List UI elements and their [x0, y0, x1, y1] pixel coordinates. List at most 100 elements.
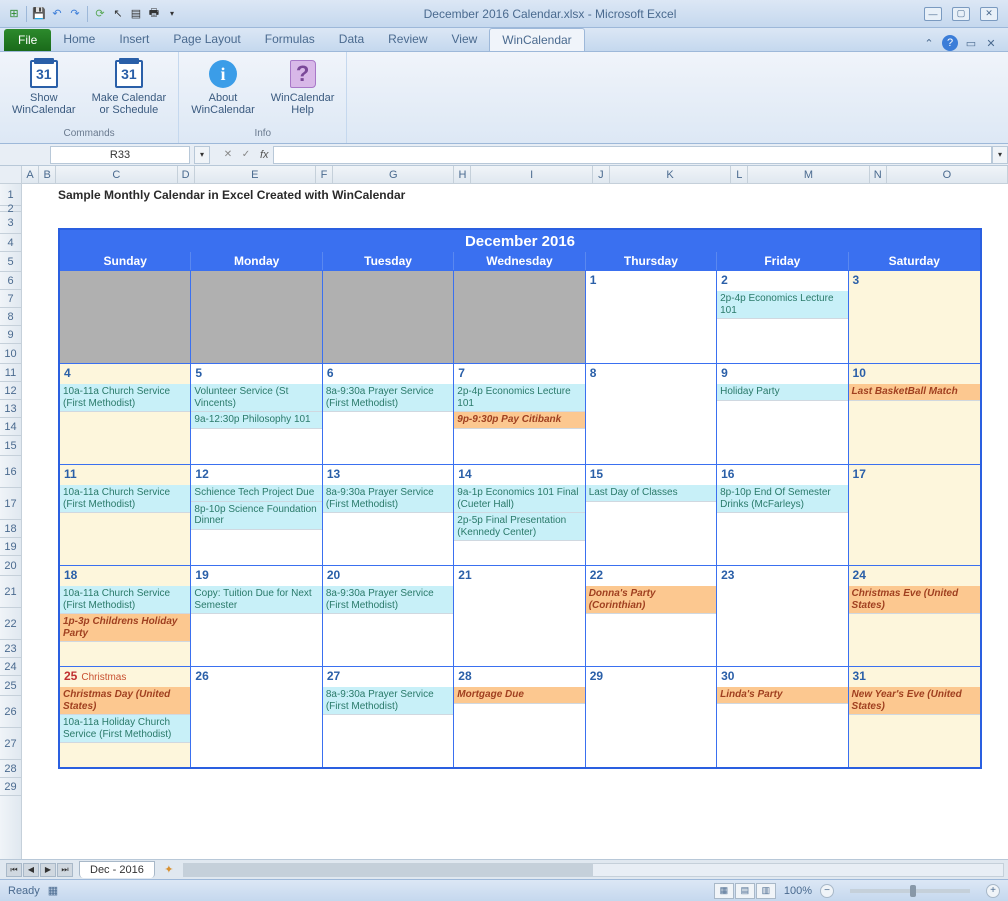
- ribbon-tab-page-layout[interactable]: Page Layout: [161, 28, 252, 51]
- calendar-cell-3[interactable]: 3: [849, 271, 980, 363]
- row-header-18[interactable]: 18: [0, 520, 21, 538]
- calendar-cell-27[interactable]: 278a-9:30a Prayer Service (First Methodi…: [323, 667, 454, 767]
- column-header-A[interactable]: A: [22, 166, 39, 183]
- row-header-28[interactable]: 28: [0, 760, 21, 778]
- calendar-event[interactable]: Mortgage Due: [454, 687, 584, 704]
- row-header-6[interactable]: 6: [0, 272, 21, 290]
- formula-expand-button[interactable]: ▾: [992, 146, 1008, 164]
- add-sheet-button[interactable]: ✦: [159, 862, 179, 878]
- column-header-H[interactable]: H: [454, 166, 471, 183]
- sheet-nav-next[interactable]: ▶: [40, 863, 56, 877]
- calendar-event[interactable]: 9a-12:30p Philosophy 101: [191, 412, 321, 429]
- calendar-event[interactable]: 9p-9:30p Pay Citibank: [454, 412, 584, 429]
- ribbon-tab-insert[interactable]: Insert: [107, 28, 161, 51]
- row-header-16[interactable]: 16: [0, 456, 21, 488]
- calendar-cell-26[interactable]: 26: [191, 667, 322, 767]
- sheet-nav-prev[interactable]: ◀: [23, 863, 39, 877]
- page-break-view-button[interactable]: ▥: [756, 883, 776, 899]
- name-box[interactable]: R33: [50, 146, 190, 164]
- row-header-27[interactable]: 27: [0, 728, 21, 760]
- row-header-24[interactable]: 24: [0, 658, 21, 676]
- calendar-cell-16[interactable]: 168p-10p End Of Semester Drinks (McFarle…: [717, 465, 848, 565]
- column-header-E[interactable]: E: [195, 166, 316, 183]
- new-doc-icon[interactable]: ▤: [128, 6, 144, 22]
- calendar-event[interactable]: Linda's Party: [717, 687, 847, 704]
- column-header-D[interactable]: D: [178, 166, 195, 183]
- calendar-event[interactable]: Copy: Tuition Due for Next Semester: [191, 586, 321, 614]
- column-header-B[interactable]: B: [39, 166, 56, 183]
- sheet-nav-first[interactable]: ⏮: [6, 863, 22, 877]
- calendar-cell-blank[interactable]: [454, 271, 585, 363]
- redo-icon[interactable]: ↷: [67, 6, 83, 22]
- refresh-icon[interactable]: ⟳: [92, 6, 108, 22]
- calendar-event[interactable]: Holiday Party: [717, 384, 847, 401]
- calendar-event[interactable]: Schience Tech Project Due: [191, 485, 321, 502]
- calendar-event[interactable]: 10a-11a Church Service (First Methodist): [60, 485, 190, 513]
- undo-icon[interactable]: ↶: [49, 6, 65, 22]
- page-layout-view-button[interactable]: ▤: [735, 883, 755, 899]
- calendar-cell-14[interactable]: 149a-1p Economics 101 Final (Cueter Hall…: [454, 465, 585, 565]
- column-header-O[interactable]: O: [887, 166, 1008, 183]
- calendar-cell-8[interactable]: 8: [586, 364, 717, 464]
- column-header-C[interactable]: C: [56, 166, 177, 183]
- row-header-9[interactable]: 9: [0, 326, 21, 344]
- print-icon[interactable]: 🖶: [146, 6, 162, 22]
- calendar-cell-28[interactable]: 28Mortgage Due: [454, 667, 585, 767]
- calendar-cell-blank[interactable]: [60, 271, 191, 363]
- calendar-cell-30[interactable]: 30Linda's Party: [717, 667, 848, 767]
- calendar-event[interactable]: 8p-10p Science Foundation Dinner: [191, 502, 321, 530]
- calendar-cell-24[interactable]: 24Christmas Eve (United States): [849, 566, 980, 666]
- row-header-17[interactable]: 17: [0, 488, 21, 520]
- calendar-cell-6[interactable]: 68a-9:30a Prayer Service (First Methodis…: [323, 364, 454, 464]
- row-header-21[interactable]: 21: [0, 576, 21, 608]
- qat-dropdown-icon[interactable]: ▾: [164, 6, 180, 22]
- row-header-23[interactable]: 23: [0, 640, 21, 658]
- fx-label[interactable]: fx: [260, 149, 269, 161]
- zoom-level[interactable]: 100%: [784, 885, 812, 897]
- calendar-cell-1[interactable]: 1: [586, 271, 717, 363]
- row-header-22[interactable]: 22: [0, 608, 21, 640]
- ribbon-button-show-wincalendar[interactable]: 31ShowWinCalendar: [8, 56, 80, 126]
- ribbon-button-about-wincalendar[interactable]: iAboutWinCalendar: [187, 56, 259, 126]
- minimize-ribbon-icon[interactable]: ⌃: [922, 36, 936, 50]
- calendar-event[interactable]: 8a-9:30a Prayer Service (First Methodist…: [323, 586, 453, 614]
- horizontal-scrollbar[interactable]: [183, 863, 1004, 877]
- calendar-cell-blank[interactable]: [323, 271, 454, 363]
- ribbon-tab-home[interactable]: Home: [51, 28, 107, 51]
- ribbon-tab-view[interactable]: View: [440, 28, 490, 51]
- excel-icon[interactable]: ⊞: [6, 6, 22, 22]
- row-header-8[interactable]: 8: [0, 308, 21, 326]
- calendar-cell-23[interactable]: 23: [717, 566, 848, 666]
- row-header-10[interactable]: 10: [0, 344, 21, 364]
- calendar-cell-18[interactable]: 1810a-11a Church Service (First Methodis…: [60, 566, 191, 666]
- calendar-cell-blank[interactable]: [191, 271, 322, 363]
- file-tab[interactable]: File: [4, 29, 51, 51]
- calendar-cell-31[interactable]: 31New Year's Eve (United States): [849, 667, 980, 767]
- sheet-nav-last[interactable]: ⏭: [57, 863, 73, 877]
- row-header-19[interactable]: 19: [0, 538, 21, 556]
- column-header-F[interactable]: F: [316, 166, 333, 183]
- minimize-button[interactable]: —: [924, 7, 942, 21]
- row-header-15[interactable]: 15: [0, 436, 21, 456]
- calendar-cell-12[interactable]: 12Schience Tech Project Due8p-10p Scienc…: [191, 465, 322, 565]
- spreadsheet-grid[interactable]: ABCDEFGHIJKLMNO 123456789101112131415161…: [0, 166, 1008, 859]
- column-header-G[interactable]: G: [333, 166, 454, 183]
- calendar-event[interactable]: 8a-9:30a Prayer Service (First Methodist…: [323, 485, 453, 513]
- calendar-event[interactable]: Last Day of Classes: [586, 485, 716, 502]
- calendar-event[interactable]: 10a-11a Church Service (First Methodist): [60, 586, 190, 614]
- calendar-cell-4[interactable]: 410a-11a Church Service (First Methodist…: [60, 364, 191, 464]
- calendar-event[interactable]: 8a-9:30a Prayer Service (First Methodist…: [323, 384, 453, 412]
- calendar-cell-20[interactable]: 208a-9:30a Prayer Service (First Methodi…: [323, 566, 454, 666]
- calendar-cell-19[interactable]: 19Copy: Tuition Due for Next Semester: [191, 566, 322, 666]
- row-header-29[interactable]: 29: [0, 778, 21, 796]
- row-header-3[interactable]: 3: [0, 212, 21, 234]
- help-icon[interactable]: ?: [942, 35, 958, 51]
- calendar-event[interactable]: Volunteer Service (St Vincents): [191, 384, 321, 412]
- calendar-cell-9[interactable]: 9Holiday Party: [717, 364, 848, 464]
- row-header-4[interactable]: 4: [0, 234, 21, 252]
- calendar-cell-11[interactable]: 1110a-11a Church Service (First Methodis…: [60, 465, 191, 565]
- calendar-cell-15[interactable]: 15Last Day of Classes: [586, 465, 717, 565]
- row-header-7[interactable]: 7: [0, 290, 21, 308]
- calendar-event[interactable]: 8a-9:30a Prayer Service (First Methodist…: [323, 687, 453, 715]
- calendar-event[interactable]: 8p-10p End Of Semester Drinks (McFarleys…: [717, 485, 847, 513]
